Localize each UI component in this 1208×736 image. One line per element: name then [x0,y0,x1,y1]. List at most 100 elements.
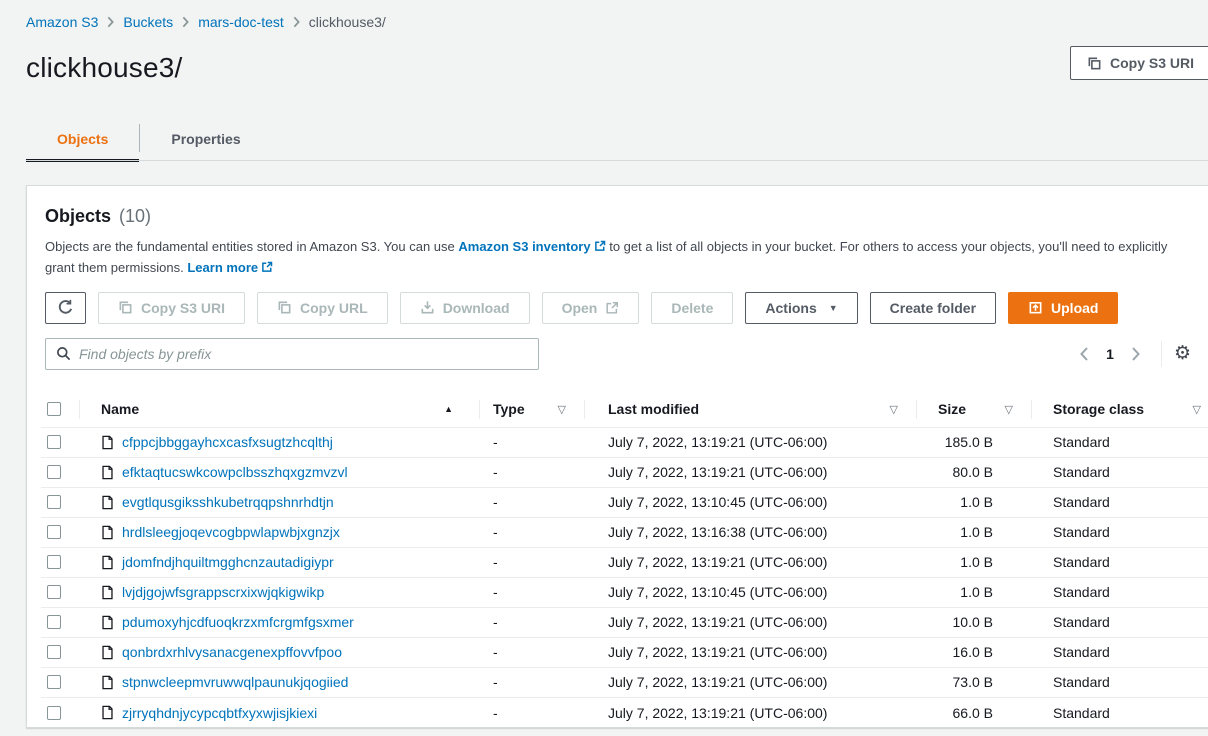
row-checkbox[interactable] [47,645,61,659]
chevron-right-icon [107,16,114,28]
object-last-modified-cell: July 7, 2022, 13:19:21 (UTC-06:00) [584,458,916,487]
amazon-s3-inventory-link[interactable]: Amazon S3 inventory [458,239,605,254]
external-link-icon [605,301,619,315]
object-storage-class-cell: Standard [1031,668,1208,697]
table-row: evgtlqusgiksshkubetrqqpshnrhdtjn - July … [41,488,1208,518]
sort-icon: ▽ [1193,403,1208,416]
tab-objects[interactable]: Objects [26,118,139,162]
external-link-icon [594,240,606,252]
tab-properties[interactable]: Properties [140,118,271,162]
copy-s3-uri-button[interactable]: Copy S3 URI [98,292,245,324]
object-name-cell: zjrryqhdnjycypcqbtfxyxwjisjkiexi [79,698,479,728]
object-type-cell: - [479,608,584,637]
search-icon [56,346,71,361]
breadcrumb-bucket-name[interactable]: mars-doc-test [198,14,284,30]
search-input[interactable] [79,346,528,362]
delete-button[interactable]: Delete [651,292,733,324]
delete-label: Delete [671,300,713,316]
object-name-link[interactable]: stpnwcleepmvruwwqlpaunukjqogiied [122,674,348,690]
object-name-link[interactable]: qonbrdxrhlvysanacgenexpffovvfpoo [122,644,342,660]
object-count: (10) [119,206,151,227]
object-name-cell: hrdlsleegjoqevcogbpwlapwbjxgnzjx [79,518,479,547]
object-type-cell: - [479,698,584,728]
download-button[interactable]: Download [400,292,530,324]
object-type-cell: - [479,428,584,457]
select-all-checkbox[interactable] [47,402,61,416]
file-icon [101,615,114,630]
size-header-label: Size [938,401,966,417]
column-header-storage-class[interactable]: Storage class ▽ [1031,392,1208,427]
open-button[interactable]: Open [542,292,640,324]
copy-url-button[interactable]: Copy URL [257,292,388,324]
previous-page-button[interactable] [1071,341,1097,367]
object-type-cell: - [479,488,584,517]
copy-icon [1087,56,1102,71]
file-icon [101,465,114,480]
object-name-link[interactable]: efktaqtucswkcowpclbsszhqxgzmvzvl [122,464,348,480]
column-header-name[interactable]: Name ▲ [79,392,479,427]
object-storage-class-cell: Standard [1031,428,1208,457]
s3-console-page: Amazon S3 Buckets mars-doc-test clickhou… [0,0,1208,736]
objects-panel: Objects (10) Objects are the fundamental… [26,185,1208,728]
breadcrumb-buckets[interactable]: Buckets [123,14,173,30]
column-header-type[interactable]: Type ▽ [479,392,584,427]
row-checkbox[interactable] [47,465,61,479]
row-checkbox[interactable] [47,525,61,539]
preferences-gear-icon[interactable]: ⚙ [1174,344,1191,363]
column-header-last-modified[interactable]: Last modified ▽ [584,392,916,427]
page-number[interactable]: 1 [1097,346,1123,362]
table-row: jdomfndjhquiltmgghcnzautadigiypr - July … [41,548,1208,578]
table-row: cfppcjbbggayhcxcasfxsugtzhcqlthj - July … [41,428,1208,458]
row-checkbox-cell [41,518,79,547]
search-row: 1 ⚙ [45,338,1197,370]
object-name-cell: lvjdjgojwfsgrappscrxixwjqkigwikp [79,578,479,607]
search-box [45,338,539,370]
row-checkbox[interactable] [47,615,61,629]
row-checkbox[interactable] [47,585,61,599]
table-row: stpnwcleepmvruwwqlpaunukjqogiied - July … [41,668,1208,698]
breadcrumb: Amazon S3 Buckets mars-doc-test clickhou… [26,14,386,30]
object-type-cell: - [479,518,584,547]
copy-s3-uri-header-button[interactable]: Copy S3 URI [1070,46,1208,80]
object-last-modified-cell: July 7, 2022, 13:19:21 (UTC-06:00) [584,548,916,577]
row-checkbox[interactable] [47,555,61,569]
chevron-right-icon [182,16,189,28]
download-icon [420,300,435,315]
next-page-button[interactable] [1123,341,1149,367]
object-name-link[interactable]: cfppcjbbggayhcxcasfxsugtzhcqlthj [122,434,333,450]
refresh-button[interactable] [45,292,86,324]
object-storage-class-cell: Standard [1031,458,1208,487]
row-checkbox[interactable] [47,675,61,689]
object-name-link[interactable]: pdumoxyhjcdfuoqkrzxmfcrgmfgsxmer [122,614,354,630]
row-checkbox[interactable] [47,495,61,509]
table-row: hrdlsleegjoqevcogbpwlapwbjxgnzjx - July … [41,518,1208,548]
column-header-size[interactable]: Size ▽ [916,392,1031,427]
object-name-link[interactable]: evgtlqusgiksshkubetrqqpshnrhdtjn [122,494,334,510]
upload-button[interactable]: Upload [1008,292,1118,324]
actions-dropdown-button[interactable]: Actions ▼ [745,292,857,324]
panel-title: Objects [45,206,111,227]
object-size-cell: 66.0 B [916,698,1031,728]
row-checkbox-cell [41,578,79,607]
breadcrumb-amazon-s3[interactable]: Amazon S3 [26,14,98,30]
object-name-link[interactable]: zjrryqhdnjycypcqbtfxyxwjisjkiexi [122,705,317,721]
object-name-link[interactable]: lvjdjgojwfsgrappscrxixwjqkigwikp [122,584,324,600]
object-last-modified-cell: July 7, 2022, 13:16:38 (UTC-06:00) [584,518,916,547]
object-size-cell: 1.0 B [916,548,1031,577]
object-name-cell: qonbrdxrhlvysanacgenexpffovvfpoo [79,638,479,667]
object-name-link[interactable]: jdomfndjhquiltmgghcnzautadigiypr [122,554,334,570]
object-name-link[interactable]: hrdlsleegjoqevcogbpwlapwbjxgnzjx [122,524,340,540]
sort-icon: ▽ [890,403,916,416]
row-checkbox-cell [41,428,79,457]
storage-class-header-label: Storage class [1053,401,1144,417]
learn-more-link[interactable]: Learn more [187,260,273,275]
row-checkbox[interactable] [47,435,61,449]
object-last-modified-cell: July 7, 2022, 13:10:45 (UTC-06:00) [584,578,916,607]
panel-header: Objects (10) [27,186,1208,227]
objects-table: Name ▲ Type ▽ Last modified ▽ Size ▽ Sto… [41,392,1208,728]
object-type-cell: - [479,458,584,487]
object-size-cell: 80.0 B [916,458,1031,487]
row-checkbox[interactable] [47,706,61,720]
create-folder-button[interactable]: Create folder [870,292,996,324]
sort-icon: ▽ [558,403,584,416]
